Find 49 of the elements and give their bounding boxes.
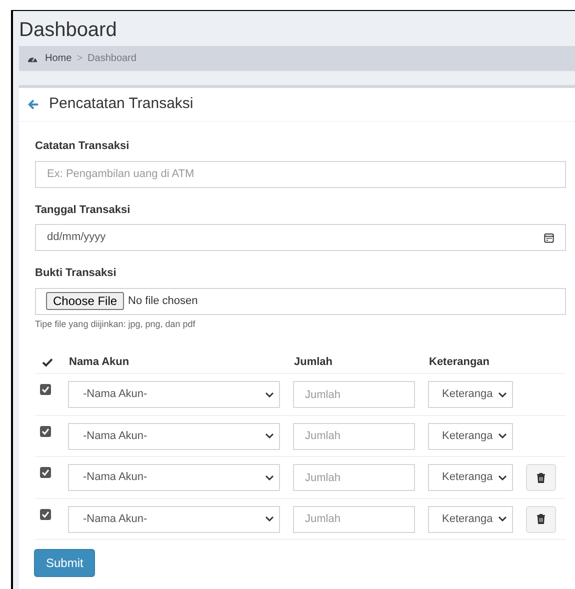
account-select[interactable]: -Nama Akun- — [68, 422, 280, 450]
trash-icon — [537, 472, 545, 482]
column-header: Nama Akun — [68, 355, 130, 370]
chevron-down-icon — [498, 474, 507, 480]
chevron-down-icon — [265, 474, 274, 480]
chevron-down-icon — [498, 392, 507, 398]
delete-button[interactable] — [526, 506, 556, 532]
checkbox[interactable] — [40, 384, 51, 395]
field-label: Catatan Transaksi — [35, 139, 130, 154]
chevron-down-icon — [265, 392, 274, 398]
back-arrow-icon[interactable] — [28, 99, 39, 110]
note-select[interactable]: Keteranga — [428, 381, 513, 408]
delete-button[interactable] — [526, 464, 556, 491]
card-title: Pencatatan Transaksi — [49, 94, 194, 114]
chevron-down-icon — [265, 433, 274, 439]
submit-button[interactable]: Submit — [34, 549, 96, 577]
amount-input-field[interactable]: Jumlah — [293, 506, 415, 532]
amount-input-field[interactable]: Jumlah — [293, 464, 415, 491]
amount-input-field[interactable]: Jumlah — [293, 422, 415, 450]
column-header: Keterangan — [428, 355, 491, 370]
text-input-field[interactable]: Ex: Pengambilan uang di ATM — [35, 160, 566, 188]
breadcrumb-link[interactable]: Home — [45, 51, 72, 66]
file-status-text: No file chosen — [128, 294, 198, 309]
breadcrumb-current: Dashboard — [88, 52, 136, 66]
chevron-down-icon — [498, 433, 507, 439]
note-select[interactable]: Keteranga — [428, 506, 513, 532]
note-select[interactable]: Keteranga — [428, 464, 513, 491]
field-label: Bukti Transaksi — [35, 266, 118, 281]
account-select[interactable]: -Nama Akun- — [68, 506, 280, 532]
checkmark-icon — [42, 358, 53, 367]
chevron-down-icon — [265, 516, 274, 522]
checkbox[interactable] — [40, 508, 51, 520]
page-title: Dashboard — [19, 18, 118, 42]
checkbox[interactable] — [40, 467, 51, 478]
note-select[interactable]: Keteranga — [428, 422, 513, 450]
checkbox[interactable] — [40, 426, 51, 436]
trash-icon — [537, 514, 545, 524]
column-header: Jumlah — [293, 355, 334, 370]
date-input-field[interactable]: dd/mm/yyyy — [35, 224, 566, 251]
calendar-icon[interactable] — [544, 232, 554, 242]
amount-input-field[interactable]: Jumlah — [293, 381, 415, 408]
file-input-field[interactable]: Choose File No file chosen — [35, 288, 566, 314]
field-label: Tanggal Transaksi — [35, 202, 132, 218]
account-select[interactable]: -Nama Akun- — [68, 381, 280, 408]
help-text: Tipe file yang diijinkan: jpg, png, dan pdf — [35, 318, 196, 331]
breadcrumb-separator: > — [76, 52, 83, 66]
chevron-down-icon — [498, 516, 507, 522]
account-select[interactable]: -Nama Akun- — [68, 464, 280, 491]
choose-file-button[interactable]: Choose File — [46, 292, 124, 310]
